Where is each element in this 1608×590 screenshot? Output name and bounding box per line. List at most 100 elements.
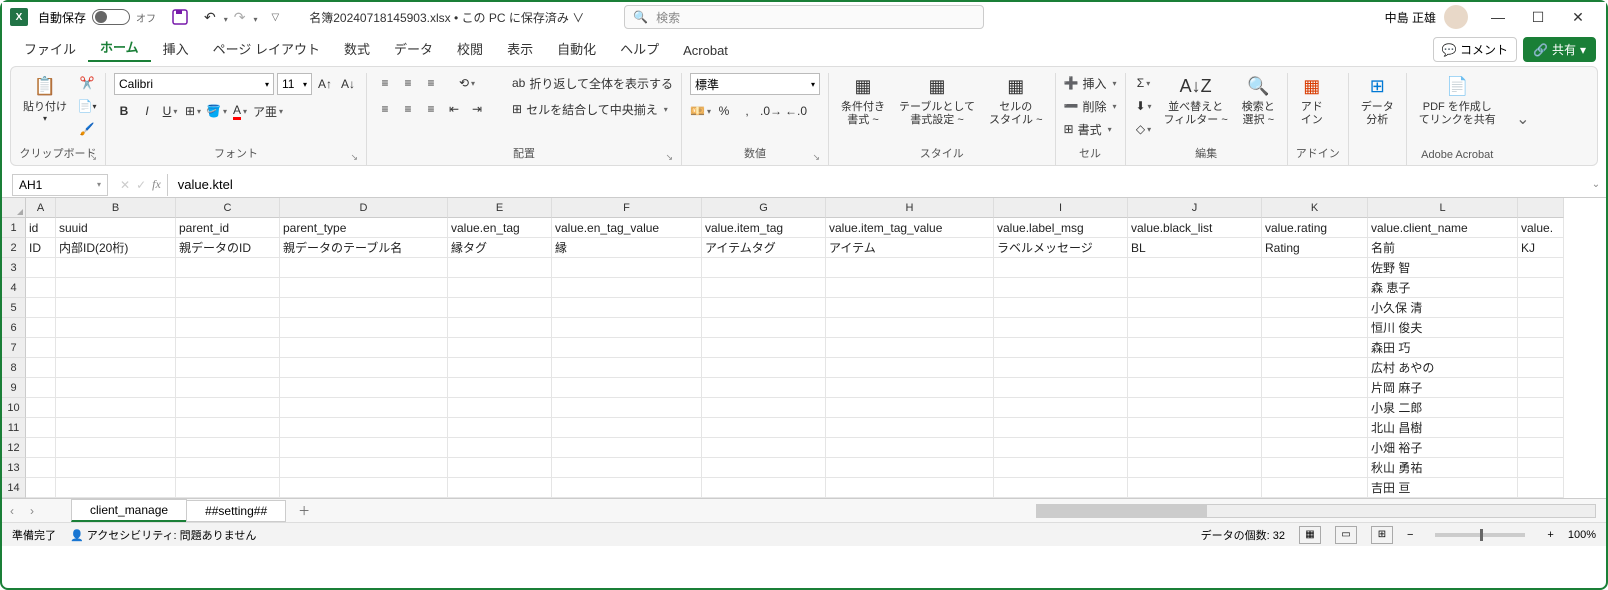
cell[interactable] bbox=[994, 398, 1128, 418]
cancel-formula-button[interactable]: ✕ bbox=[120, 178, 130, 192]
column-header[interactable]: A bbox=[26, 198, 56, 218]
tab-help[interactable]: ヘルプ bbox=[608, 33, 671, 62]
cell[interactable]: 名前 bbox=[1368, 238, 1518, 258]
cell[interactable] bbox=[1128, 398, 1262, 418]
cell[interactable] bbox=[448, 338, 552, 358]
cell[interactable]: 縁 bbox=[552, 238, 702, 258]
cell[interactable] bbox=[176, 478, 280, 498]
page-break-view-button[interactable]: ⊞ bbox=[1371, 526, 1393, 544]
cell[interactable] bbox=[26, 258, 56, 278]
user-account[interactable]: 中島 正雄 bbox=[1385, 5, 1468, 29]
cell[interactable]: value.rating bbox=[1262, 218, 1368, 238]
tab-home[interactable]: ホーム bbox=[88, 31, 151, 62]
cell[interactable] bbox=[552, 458, 702, 478]
underline-button[interactable]: U bbox=[160, 101, 180, 121]
format-painter-button[interactable]: 🖌️ bbox=[77, 119, 97, 139]
row-header[interactable]: 4 bbox=[2, 278, 26, 298]
cell[interactable] bbox=[280, 478, 448, 498]
cell[interactable] bbox=[448, 418, 552, 438]
cell[interactable] bbox=[702, 458, 826, 478]
redo-button[interactable]: ↷ bbox=[232, 9, 248, 26]
formula-input[interactable]: value.ktel bbox=[167, 174, 1586, 196]
insert-cells-button[interactable]: ➕ 挿入 bbox=[1064, 73, 1117, 93]
qat-customize[interactable]: ▽ bbox=[270, 12, 282, 23]
align-bottom-button[interactable]: ≡ bbox=[421, 73, 441, 93]
increase-decimal-button[interactable]: .0→ bbox=[760, 101, 782, 121]
cell[interactable] bbox=[176, 398, 280, 418]
maximize-button[interactable]: ☐ bbox=[1518, 3, 1558, 31]
cell[interactable] bbox=[994, 358, 1128, 378]
cell[interactable] bbox=[1518, 378, 1564, 398]
row-header[interactable]: 13 bbox=[2, 458, 26, 478]
column-header[interactable]: D bbox=[280, 198, 448, 218]
cell[interactable] bbox=[826, 278, 994, 298]
cell[interactable]: parent_id bbox=[176, 218, 280, 238]
cell[interactable] bbox=[994, 418, 1128, 438]
page-layout-view-button[interactable]: ▭ bbox=[1335, 526, 1357, 544]
number-format-select[interactable]: 標準▾ bbox=[690, 73, 820, 95]
close-button[interactable]: ✕ bbox=[1558, 3, 1598, 31]
tab-review[interactable]: 校閲 bbox=[445, 33, 495, 62]
normal-view-button[interactable]: ▦ bbox=[1299, 526, 1321, 544]
cell[interactable] bbox=[176, 378, 280, 398]
cell[interactable] bbox=[1128, 298, 1262, 318]
cell[interactable] bbox=[702, 318, 826, 338]
cell[interactable] bbox=[26, 338, 56, 358]
cell[interactable] bbox=[1128, 358, 1262, 378]
cell[interactable] bbox=[1262, 258, 1368, 278]
cell[interactable] bbox=[826, 358, 994, 378]
tab-automate[interactable]: 自動化 bbox=[545, 33, 608, 62]
cell[interactable] bbox=[448, 438, 552, 458]
cell[interactable] bbox=[994, 338, 1128, 358]
align-middle-button[interactable]: ≡ bbox=[398, 73, 418, 93]
comma-format-button[interactable]: , bbox=[737, 101, 757, 121]
cell[interactable] bbox=[176, 278, 280, 298]
cell[interactable] bbox=[176, 358, 280, 378]
cell[interactable] bbox=[1518, 398, 1564, 418]
cell[interactable] bbox=[826, 438, 994, 458]
row-header[interactable]: 2 bbox=[2, 238, 26, 258]
cell[interactable]: 内部ID(20桁) bbox=[56, 238, 176, 258]
format-cells-button[interactable]: ⊞ 書式 bbox=[1064, 119, 1117, 139]
cell[interactable] bbox=[702, 478, 826, 498]
cell[interactable]: value.item_tag bbox=[702, 218, 826, 238]
cell[interactable] bbox=[26, 298, 56, 318]
increase-indent-button[interactable]: ⇥ bbox=[467, 99, 487, 119]
analyze-data-button[interactable]: ⊞データ 分析 bbox=[1357, 73, 1398, 129]
cell[interactable] bbox=[826, 338, 994, 358]
italic-button[interactable]: I bbox=[137, 101, 157, 121]
cell[interactable] bbox=[826, 298, 994, 318]
cell[interactable] bbox=[280, 258, 448, 278]
cell[interactable] bbox=[1262, 478, 1368, 498]
cell[interactable] bbox=[702, 298, 826, 318]
cell[interactable] bbox=[1262, 318, 1368, 338]
expand-formula-bar-button[interactable]: ⌄ bbox=[1586, 179, 1606, 190]
launcher-icon[interactable]: ↘ bbox=[89, 152, 97, 163]
cell[interactable] bbox=[552, 358, 702, 378]
cell[interactable]: value. bbox=[1518, 218, 1564, 238]
cell[interactable] bbox=[1128, 378, 1262, 398]
cell[interactable] bbox=[826, 478, 994, 498]
cell[interactable] bbox=[1518, 358, 1564, 378]
cell[interactable]: 小泉 二郎 bbox=[1368, 398, 1518, 418]
cell[interactable] bbox=[552, 338, 702, 358]
cell[interactable] bbox=[448, 478, 552, 498]
cell[interactable]: 片岡 麻子 bbox=[1368, 378, 1518, 398]
cell[interactable] bbox=[176, 318, 280, 338]
cell[interactable] bbox=[994, 458, 1128, 478]
column-header[interactable]: K bbox=[1262, 198, 1368, 218]
cell[interactable] bbox=[826, 458, 994, 478]
align-left-button[interactable]: ≡ bbox=[375, 99, 395, 119]
cell[interactable] bbox=[994, 378, 1128, 398]
tab-formulas[interactable]: 数式 bbox=[332, 33, 382, 62]
column-header[interactable]: B bbox=[56, 198, 176, 218]
row-header[interactable]: 5 bbox=[2, 298, 26, 318]
cell[interactable] bbox=[176, 298, 280, 318]
cell[interactable]: suuid bbox=[56, 218, 176, 238]
cell[interactable] bbox=[280, 418, 448, 438]
cell[interactable] bbox=[1518, 418, 1564, 438]
zoom-out-button[interactable]: − bbox=[1407, 529, 1413, 541]
cell[interactable]: 森田 巧 bbox=[1368, 338, 1518, 358]
cell[interactable] bbox=[280, 298, 448, 318]
cell[interactable] bbox=[552, 318, 702, 338]
